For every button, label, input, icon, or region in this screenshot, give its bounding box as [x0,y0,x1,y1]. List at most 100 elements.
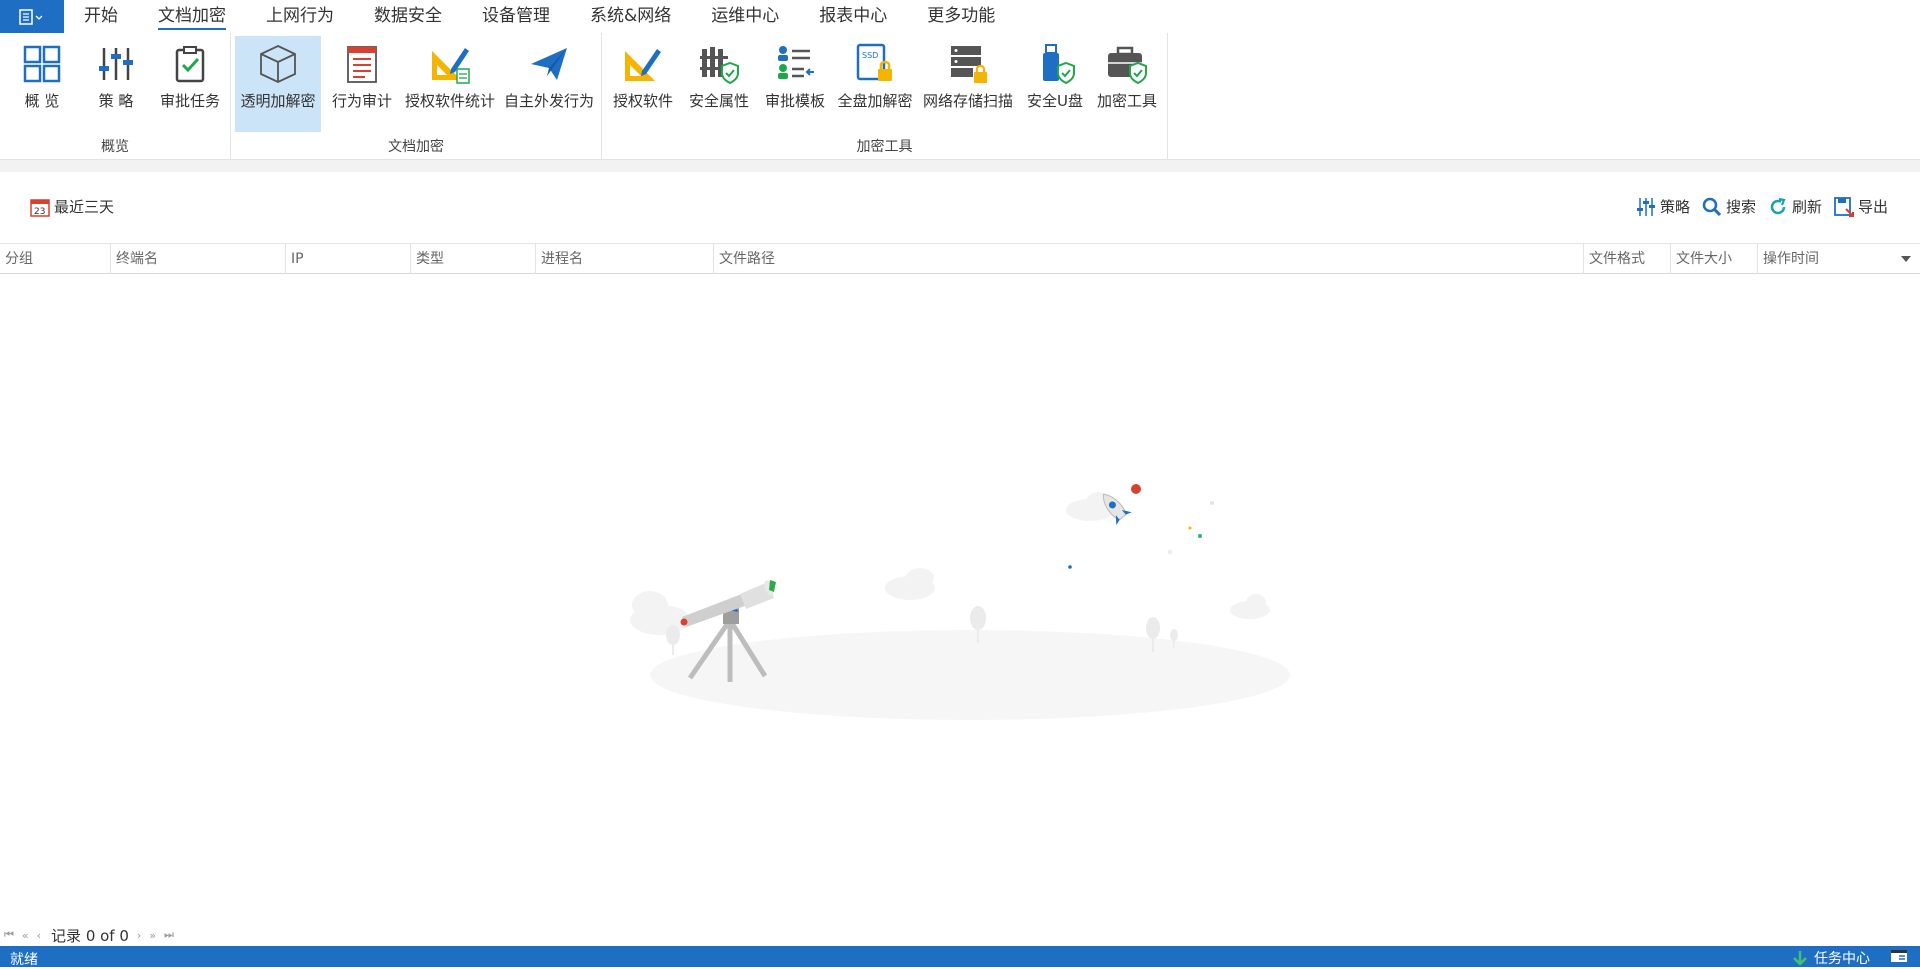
behavior-audit-button[interactable]: 行为审计 [325,36,399,132]
calendar-icon: 23 [30,198,50,217]
toolbar: 23 最近三天 策略 搜索 刷新 导出 [0,188,1920,228]
next-block-icon[interactable]: » [149,929,156,942]
column-header-terminal[interactable]: 终端名 [110,244,285,274]
ssd-lock-icon: SSD [853,42,897,86]
security-attributes-button[interactable]: 安全属性 [682,36,756,132]
tab-system-network[interactable]: 系统&网络 [570,0,691,33]
secure-usb-label: 安全U盘 [1027,92,1083,110]
policy-button[interactable]: 策略 [1636,196,1690,217]
empty-state-illustration [570,470,1360,720]
policy-ribbon-button[interactable]: 策 略 [88,36,144,132]
record-count: 记录 0 of 0 [51,926,129,945]
column-header-file-format[interactable]: 文件格式 [1583,244,1670,274]
app-menu-icon [19,8,43,25]
toolbox-shield-icon [1105,42,1149,86]
export-button[interactable]: 导出 [1834,196,1888,217]
ruler-pencil-stats-icon [428,42,472,86]
first-page-icon[interactable]: ⏮ [4,928,14,942]
overview-button[interactable]: 概 览 [14,36,70,132]
date-filter-label: 最近三天 [54,198,115,216]
column-header-ip[interactable]: IP [285,244,410,274]
ribbon-group-overview: 概 览 策 略 审批任务 概览 [0,33,231,160]
menu-bar: 开始 文档加密 上网行为 数据安全 设备管理 系统&网络 运维中心 报表中心 更… [0,0,1920,33]
ribbon-group-doc-encryption: 透明加解密 行为审计 授权软件统计 自主外发行为 文档加密 [231,33,602,160]
tab-doc-encryption[interactable]: 文档加密 [138,0,246,33]
next-page-icon[interactable]: › [137,929,141,942]
user-list-icon [773,42,817,86]
ribbon-separator [0,160,1920,172]
group-label-overview: 概览 [101,139,129,155]
task-center-button[interactable]: 任务中心 [1792,948,1870,968]
cube-icon [256,42,300,86]
security-attributes-label: 安全属性 [688,92,749,110]
prev-page-icon[interactable]: ‹ [37,929,41,942]
transparent-encrypt-label: 透明加解密 [240,92,316,110]
fence-shield-icon [697,42,741,86]
pager: ⏮ « ‹ 记录 0 of 0 › » ⏭ [4,924,182,946]
outbound-behavior-label: 自主外发行为 [503,92,594,110]
authorized-software-button[interactable]: 授权软件 [606,36,680,132]
authorized-software-label: 授权软件 [612,92,673,110]
refresh-label: 刷新 [1792,198,1823,216]
sliders-icon [1637,197,1655,216]
outbound-behavior-button[interactable]: 自主外发行为 [501,36,597,132]
task-center-label: 任务中心 [1814,951,1870,967]
column-header-group[interactable]: 分组 [0,244,110,274]
approval-task-button[interactable]: 审批任务 [156,36,224,132]
tab-device-management[interactable]: 设备管理 [462,0,570,33]
secure-usb-button[interactable]: 安全U盘 [1020,36,1090,132]
approval-template-button[interactable]: 审批模板 [758,36,832,132]
refresh-icon [1770,197,1786,214]
document-list-icon [340,42,384,86]
authorized-software-stats-label: 授权软件统计 [404,92,495,110]
column-header-type[interactable]: 类型 [410,244,535,274]
status-bar: 就绪 任务中心 [0,946,1920,968]
svg-text:23: 23 [34,207,45,217]
search-icon [1702,197,1722,216]
export-label: 导出 [1858,198,1889,216]
tab-ops-center[interactable]: 运维中心 [691,0,799,33]
message-window-icon[interactable] [1890,949,1908,963]
approval-task-label: 审批任务 [159,92,220,110]
transparent-encrypt-button[interactable]: 透明加解密 [235,36,321,132]
column-chooser-chevron-icon[interactable] [1900,255,1912,263]
behavior-audit-label: 行为审计 [331,92,392,110]
usb-shield-icon [1033,42,1077,86]
group-label-encrypt-tools: 加密工具 [856,139,913,155]
approval-template-label: 审批模板 [764,92,825,110]
search-button[interactable]: 搜索 [1702,196,1756,217]
authorized-software-stats-button[interactable]: 授权软件统计 [401,36,499,132]
column-header-operation-time[interactable]: 操作时间 [1757,244,1920,274]
server-lock-icon [946,42,990,86]
column-header-file-size[interactable]: 文件大小 [1670,244,1757,274]
tab-start[interactable]: 开始 [64,0,138,33]
svg-text:SSD: SSD [862,51,878,60]
date-filter-button[interactable]: 23 最近三天 [30,196,114,217]
refresh-button[interactable]: 刷新 [1768,196,1822,217]
ribbon: 概 览 策 略 审批任务 概览 透明加解密 行为审计 授权软件统计 自主外发行为… [0,33,1920,160]
group-label-doc-encryption: 文档加密 [388,139,444,155]
export-icon [1834,196,1854,217]
column-header-file-path[interactable]: 文件路径 [713,244,1583,274]
tab-more-features[interactable]: 更多功能 [907,0,1015,33]
tab-web-behavior[interactable]: 上网行为 [246,0,354,33]
ruler-pencil-icon [621,42,665,86]
tab-report-center[interactable]: 报表中心 [799,0,907,33]
encrypt-tool-button[interactable]: 加密工具 [1092,36,1162,132]
dashboard-icon [20,42,64,86]
column-header-process[interactable]: 进程名 [535,244,713,274]
full-disk-encrypt-label: 全盘加解密 [837,92,913,110]
last-page-icon[interactable]: ⏭ [164,928,174,942]
tab-data-security[interactable]: 数据安全 [354,0,462,33]
sliders-icon [94,42,138,86]
encrypt-tool-label: 加密工具 [1096,92,1157,110]
paper-plane-icon [527,42,571,86]
clipboard-check-icon [168,42,212,86]
app-menu-button[interactable] [0,0,64,33]
network-storage-scan-button[interactable]: 网络存储扫描 [918,36,1018,132]
full-disk-encrypt-button[interactable]: SSD 全盘加解密 [834,36,916,132]
prev-block-icon[interactable]: « [22,929,29,942]
network-storage-scan-label: 网络存储扫描 [922,92,1013,110]
download-arrow-icon [1793,951,1807,966]
status-text: 就绪 [10,952,38,968]
